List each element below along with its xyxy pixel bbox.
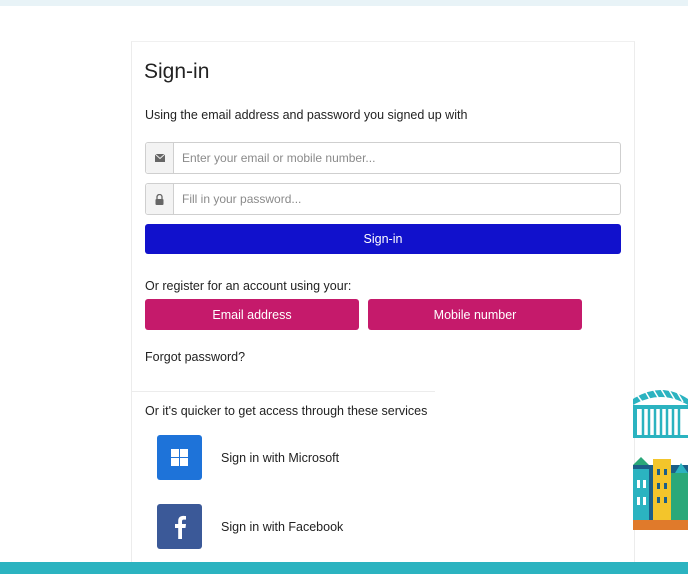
envelope-icon [146,143,174,173]
microsoft-signin-button[interactable]: Sign in with Microsoft [157,435,339,480]
forgot-password-link[interactable]: Forgot password? [145,350,245,364]
signin-button[interactable]: Sign-in [145,224,621,254]
password-field[interactable] [145,183,621,215]
microsoft-signin-label: Sign in with Microsoft [221,450,340,465]
section-divider [132,391,435,392]
register-prompt: Or register for an account using your: [145,279,352,293]
facebook-signin-label: Sign in with Facebook [221,519,344,534]
register-email-button[interactable]: Email address [145,299,359,330]
facebook-signin-button[interactable]: Sign in with Facebook [157,504,343,549]
register-mobile-button[interactable]: Mobile number [368,299,582,330]
signin-subtitle: Using the email address and password you… [145,108,468,122]
email-field[interactable] [145,142,621,174]
email-input[interactable] [174,143,620,173]
signin-card: Sign-in Using the email address and pass… [131,41,635,563]
footer-bar [0,562,688,574]
windows-logo-icon [157,435,202,480]
page-title: Sign-in [144,60,210,83]
top-divider [0,0,688,6]
city-skyline-illustration [633,388,688,530]
password-input[interactable] [174,184,620,214]
services-prompt: Or it's quicker to get access through th… [145,404,428,418]
facebook-logo-icon [157,504,202,549]
lock-icon [146,184,174,214]
